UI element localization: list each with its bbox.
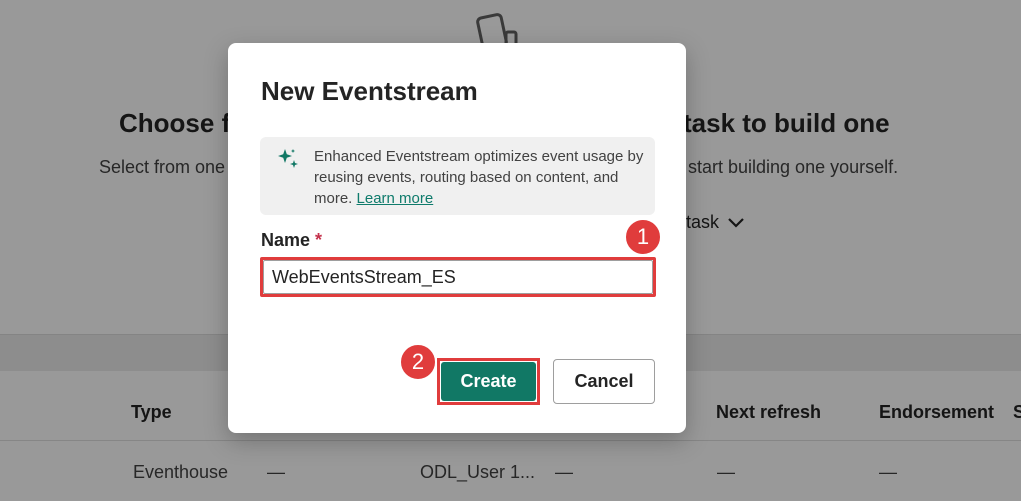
name-input-highlight bbox=[260, 257, 656, 297]
new-eventstream-dialog: New Eventstream Enhanced Eventstream opt… bbox=[228, 43, 686, 433]
name-field-label: Name * bbox=[261, 230, 322, 251]
info-banner: Enhanced Eventstream optimizes event usa… bbox=[260, 137, 655, 215]
learn-more-link[interactable]: Learn more bbox=[357, 190, 434, 207]
name-input[interactable] bbox=[263, 260, 653, 294]
step-callout-2: 2 bbox=[399, 343, 437, 381]
cancel-button[interactable]: Cancel bbox=[553, 359, 655, 404]
required-asterisk: * bbox=[315, 230, 323, 250]
step-callout-1: 1 bbox=[624, 218, 662, 256]
name-label-text: Name bbox=[261, 230, 311, 250]
info-text-block: Enhanced Eventstream optimizes event usa… bbox=[314, 146, 648, 209]
create-button-highlight: Create bbox=[437, 358, 540, 405]
sparkle-icon bbox=[278, 149, 298, 168]
create-button[interactable]: Create bbox=[441, 362, 536, 401]
dialog-title: New Eventstream bbox=[261, 76, 478, 106]
